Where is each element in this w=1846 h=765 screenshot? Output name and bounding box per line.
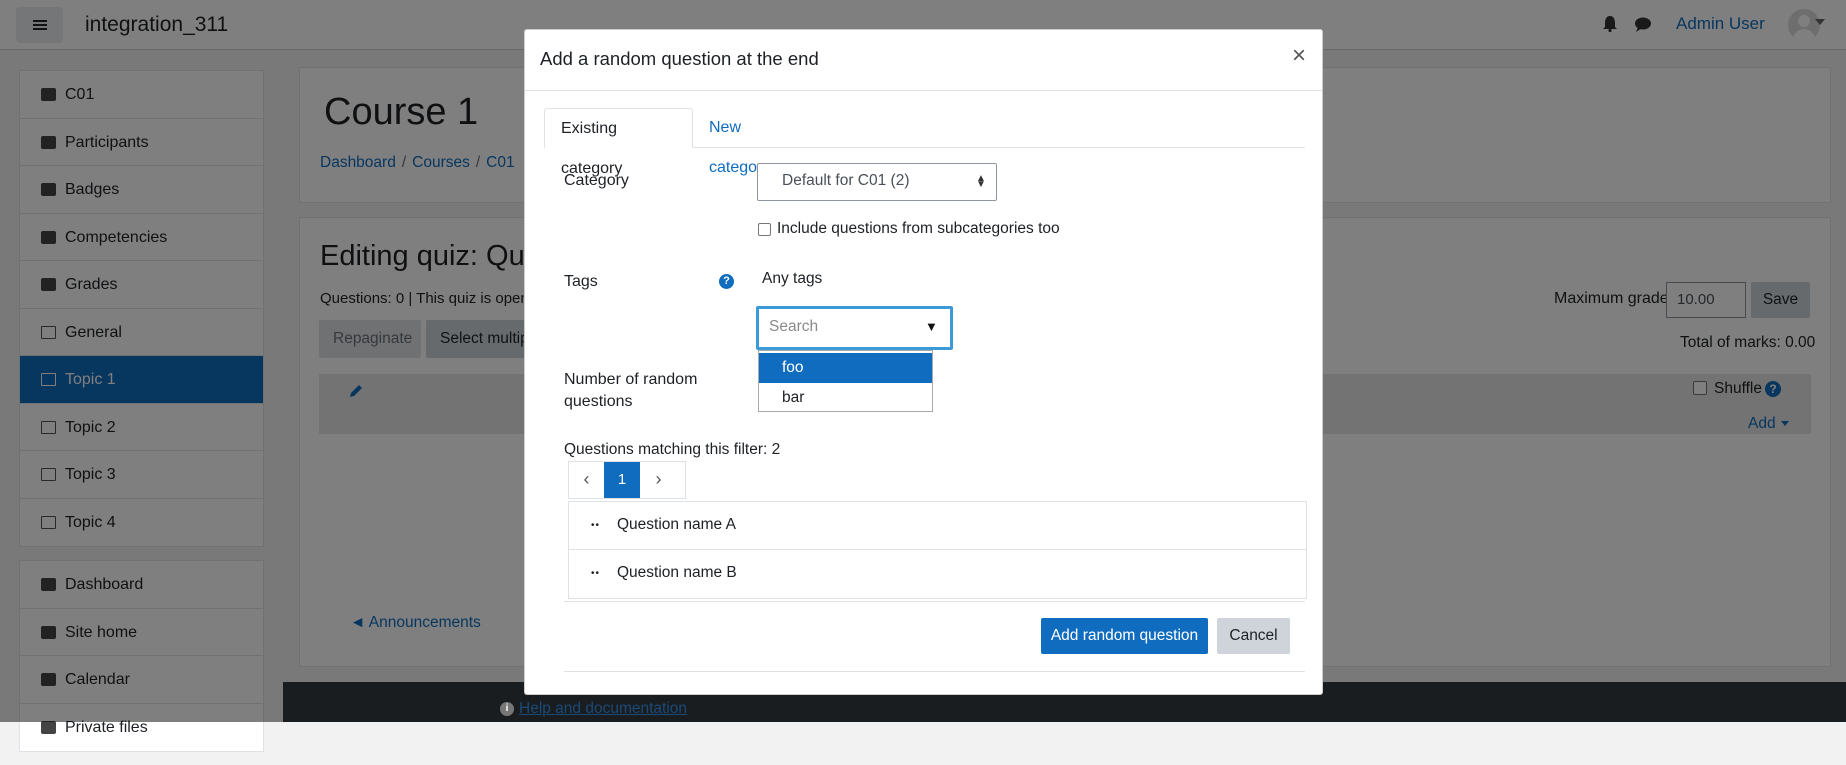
modal-title: Add a random question at the end [540, 48, 819, 69]
help-documentation-link[interactable]: Help and documentation [519, 700, 687, 718]
close-icon[interactable]: × [1292, 44, 1306, 68]
tag-option-bar[interactable]: bar [759, 383, 932, 413]
bullet-icon: •• [591, 520, 601, 531]
bullet-icon: •• [591, 568, 601, 579]
tags-label: Tags [564, 273, 598, 290]
tag-option-foo[interactable]: foo [759, 353, 932, 383]
tag-search-input[interactable]: Search ▼ [756, 306, 953, 350]
select-arrows-icon: ▲ ▼ [976, 173, 986, 190]
dropdown-arrow-icon[interactable]: ▼ [925, 319, 938, 334]
category-select[interactable]: Default for C01 (2) ▲ ▼ [757, 163, 997, 201]
number-random-label: Number of random questions [564, 371, 698, 410]
tab-existing-category[interactable]: Existing category [544, 108, 693, 177]
help-icon[interactable]: ? [719, 274, 734, 289]
modal-header: Add a random question at the end × [525, 30, 1322, 91]
add-random-question-button[interactable]: Add random question [1041, 618, 1208, 654]
matching-count: Questions matching this filter: 2 [564, 441, 781, 458]
include-subcategories-checkbox[interactable] [758, 223, 771, 236]
list-item: •• Question name A [569, 502, 1306, 550]
file-icon [41, 720, 56, 734]
question-name: Question name B [617, 564, 737, 581]
modal-divider [564, 671, 1305, 672]
page-1-button[interactable]: 1 [604, 462, 640, 498]
chevron-left-icon[interactable]: ‹ [569, 462, 604, 498]
question-name: Question name A [617, 516, 736, 533]
info-icon: i [500, 702, 514, 716]
random-question-modal: Add a random question at the end × Exist… [524, 29, 1323, 695]
category-label: Category [564, 172, 629, 189]
modal-divider [564, 601, 1305, 602]
tab-new-category[interactable]: New category [693, 108, 821, 176]
chevron-right-icon[interactable]: › [640, 462, 677, 498]
pagination: ‹ 1 › [568, 461, 686, 499]
category-select-value: Default for C01 (2) [782, 172, 910, 189]
cancel-button[interactable]: Cancel [1217, 618, 1290, 654]
question-list: •• Question name A •• Question name B [568, 501, 1307, 599]
tag-search-placeholder: Search [769, 318, 819, 335]
include-subcategories-label[interactable]: Include questions from subcategories too [777, 220, 1060, 238]
tag-suggestions: foo bar [758, 350, 933, 412]
list-item: •• Question name B [569, 550, 1306, 598]
selected-tags-text: Any tags [762, 270, 823, 287]
